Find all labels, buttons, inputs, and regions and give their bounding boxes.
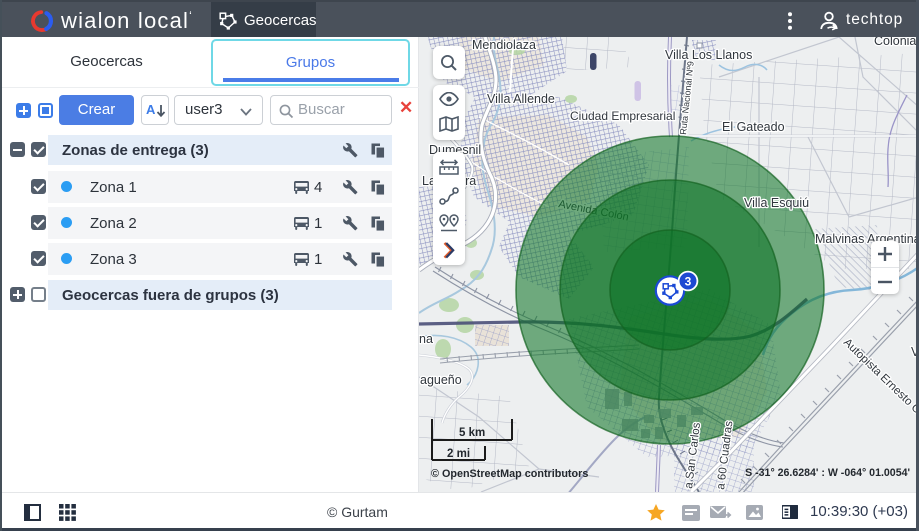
svg-text:Villa Allende: Villa Allende xyxy=(487,92,555,106)
svg-text:Ciudad Empresarial: Ciudad Empresarial xyxy=(570,109,675,123)
svg-text:© OpenStreetMap contributors: © OpenStreetMap contributors xyxy=(431,468,588,480)
svg-text:Colonia R: Colonia R xyxy=(874,37,919,48)
svg-text:3: 3 xyxy=(685,274,692,288)
svg-text:Villa Los Llanos: Villa Los Llanos xyxy=(665,48,752,62)
svg-text:Mendiolaza: Mendiolaza xyxy=(472,38,536,52)
svg-text:na: na xyxy=(419,332,433,346)
svg-text:S -31° 26.6284' : W -064° 01.0: S -31° 26.6284' : W -064° 01.0054' xyxy=(745,467,910,479)
svg-text:Malvinas Argentinas: Malvinas Argentinas xyxy=(815,232,919,246)
svg-text:agueño: agueño xyxy=(420,373,462,387)
svg-text:Villa Esquiú: Villa Esquiú xyxy=(744,196,809,210)
svg-text:5 km: 5 km xyxy=(459,427,485,439)
svg-text:El Gateado: El Gateado xyxy=(722,120,785,134)
svg-text:2 mi: 2 mi xyxy=(447,448,470,460)
